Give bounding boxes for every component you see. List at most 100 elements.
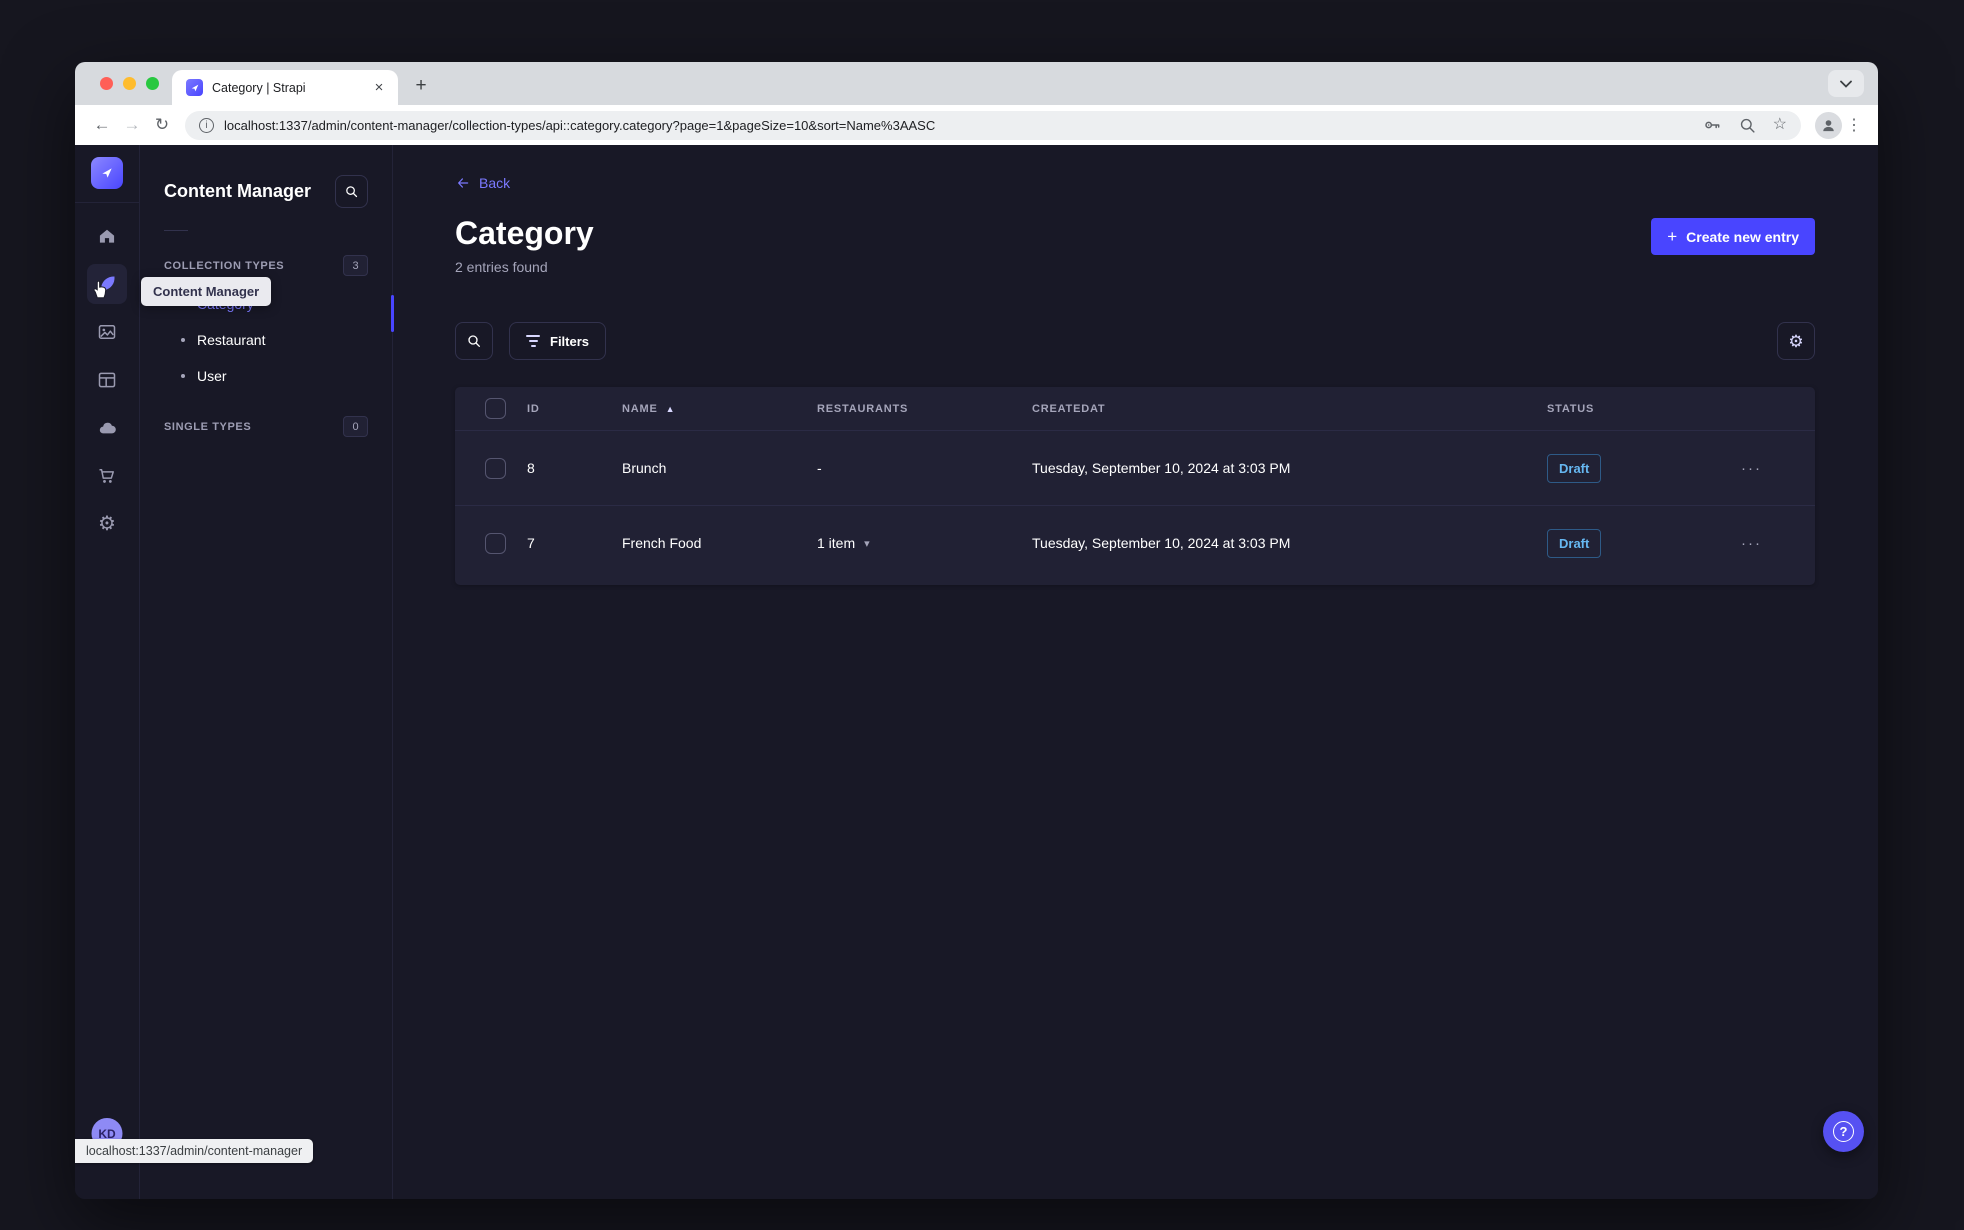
nav-content-type-builder-button[interactable] [87, 360, 127, 400]
close-window-button[interactable] [100, 77, 113, 90]
sort-asc-icon: ▲ [665, 403, 676, 414]
row-checkbox[interactable] [485, 532, 506, 554]
content-manager-tooltip: Content Manager [141, 277, 272, 306]
entries-table: ID NAME ▲ RESTAURANTS CREATEDAT STATUS 8… [455, 387, 1815, 586]
cell-createdat: Tuesday, September 10, 2024 at 3:03 PM [1032, 535, 1291, 552]
page-title-block: Category 2 entries found [455, 215, 594, 276]
column-header-name[interactable]: NAME ▲ [622, 403, 817, 415]
gear-icon: ⚙ [1788, 331, 1804, 351]
filters-row: Filters ⚙ [455, 322, 1815, 361]
create-new-entry-button[interactable]: + Create new entry [1651, 218, 1815, 255]
reload-icon[interactable]: ↻ [147, 110, 177, 140]
filters-label: Filters [550, 333, 590, 349]
zoom-magnifier-icon[interactable] [1738, 116, 1757, 135]
rail-divider [75, 202, 139, 203]
subnav-search-button[interactable] [335, 175, 368, 208]
media-library-icon [98, 325, 116, 339]
view-settings-button[interactable]: ⚙ [1777, 322, 1815, 361]
subnav-title: Content Manager [164, 181, 312, 201]
subnav-item-label: Restaurant [197, 332, 266, 348]
tab-strip: Category | Strapi × + [75, 62, 1878, 105]
cell-restaurants: - [817, 460, 822, 477]
column-header-restaurants[interactable]: RESTAURANTS [817, 403, 1032, 415]
subnav-divider [164, 230, 188, 231]
window-controls [100, 77, 159, 90]
plus-icon: + [1667, 226, 1678, 246]
cloud-icon [99, 422, 116, 433]
nav-cloud-button[interactable] [87, 408, 127, 448]
bullet-icon [181, 338, 185, 342]
bookmark-star-icon[interactable]: ☆ [1773, 117, 1787, 133]
select-all-checkbox[interactable] [485, 398, 506, 420]
tab-search-chevron-icon[interactable] [1828, 70, 1864, 97]
status-bar-link: localhost:1337/admin/content-manager [75, 1139, 314, 1163]
table-header-row: ID NAME ▲ RESTAURANTS CREATEDAT STATUS [455, 387, 1815, 430]
nav-content-manager-button[interactable] [87, 264, 127, 304]
row-checkbox[interactable] [485, 457, 506, 479]
search-icon [468, 335, 480, 348]
cell-restaurants-expandable[interactable]: 1 item ▾ [817, 535, 1032, 551]
settings-gear-icon: ⚙ [98, 513, 116, 535]
address-bar[interactable]: i localhost:1337/admin/content-manager/c… [185, 110, 1801, 140]
status-badge: Draft [1547, 528, 1602, 558]
content-type-builder-icon [98, 372, 116, 388]
nav-settings-button[interactable]: ⚙ [87, 504, 127, 544]
maximize-window-button[interactable] [146, 77, 159, 90]
row-actions-menu[interactable]: ··· [1717, 535, 1762, 552]
browser-profile-icon[interactable] [1815, 111, 1842, 139]
main-content: Back Category 2 entries found + Create n… [393, 145, 1878, 1199]
caret-down-icon: ▾ [864, 537, 870, 550]
browser-menu-icon[interactable]: ⋮ [1842, 115, 1866, 135]
browser-tab[interactable]: Category | Strapi × [172, 70, 398, 105]
cell-createdat: Tuesday, September 10, 2024 at 3:03 PM [1032, 460, 1291, 477]
forward-nav-icon[interactable]: → [117, 110, 147, 140]
subnav-item-label: User [197, 368, 227, 384]
back-nav-icon[interactable]: ← [87, 110, 117, 140]
table-row[interactable]: 8 Brunch - Tuesday, September 10, 2024 a… [455, 430, 1815, 505]
single-types-label: SINGLE TYPES [164, 420, 252, 433]
omnibox-actions: ☆ [1702, 115, 1787, 135]
single-types-count-badge: 0 [343, 416, 368, 437]
subnav-item-user[interactable]: User [164, 358, 368, 394]
strapi-logo[interactable] [91, 157, 123, 189]
minimize-window-button[interactable] [123, 77, 136, 90]
entries-count: 2 entries found [455, 259, 548, 276]
bullet-icon [181, 374, 185, 378]
browser-toolbar: ← → ↻ i localhost:1337/admin/content-man… [75, 105, 1878, 145]
table-search-button[interactable] [455, 322, 493, 361]
cell-name: Brunch [622, 460, 667, 477]
strapi-app: ⚙ KD Content Manager COLLECTION TYPES 3 … [75, 145, 1878, 1199]
nav-marketplace-button[interactable] [87, 456, 127, 496]
tab-title: Category | Strapi [212, 80, 306, 95]
search-icon [346, 186, 358, 198]
status-badge: Draft [1547, 453, 1602, 483]
column-header-status[interactable]: STATUS [1547, 403, 1717, 415]
row-actions-menu[interactable]: ··· [1717, 460, 1762, 477]
table-row[interactable]: 7 French Food 1 item ▾ Tuesday, Septembe… [455, 505, 1815, 580]
browser-window: Category | Strapi × + ← → ↻ i localhost:… [75, 62, 1878, 1199]
cell-name: French Food [622, 535, 702, 552]
site-info-icon[interactable]: i [199, 117, 214, 133]
cell-id: 7 [527, 535, 535, 552]
column-header-createdat[interactable]: CREATEDAT [1032, 403, 1547, 415]
url-text[interactable]: localhost:1337/admin/content-manager/col… [224, 118, 1692, 133]
back-arrow-icon [458, 178, 469, 188]
collection-types-count-badge: 3 [343, 255, 368, 276]
create-new-entry-label: Create new entry [1686, 228, 1799, 245]
back-label: Back [479, 175, 511, 191]
question-mark-icon: ? [1833, 1121, 1854, 1142]
cell-id: 8 [527, 460, 535, 477]
help-button[interactable]: ? [1823, 1111, 1864, 1152]
back-link[interactable]: Back [455, 175, 510, 191]
tab-close-icon[interactable]: × [370, 79, 388, 96]
nav-media-library-button[interactable] [87, 312, 127, 352]
nav-home-button[interactable] [87, 216, 127, 256]
password-key-icon[interactable] [1702, 115, 1722, 135]
subnav-item-restaurant[interactable]: Restaurant [164, 322, 368, 358]
column-header-id[interactable]: ID [527, 403, 622, 415]
home-icon [99, 229, 115, 243]
collection-types-label: COLLECTION TYPES [164, 259, 285, 272]
page-title: Category [455, 215, 594, 251]
filters-button[interactable]: Filters [509, 322, 607, 361]
new-tab-button[interactable]: + [406, 71, 436, 101]
